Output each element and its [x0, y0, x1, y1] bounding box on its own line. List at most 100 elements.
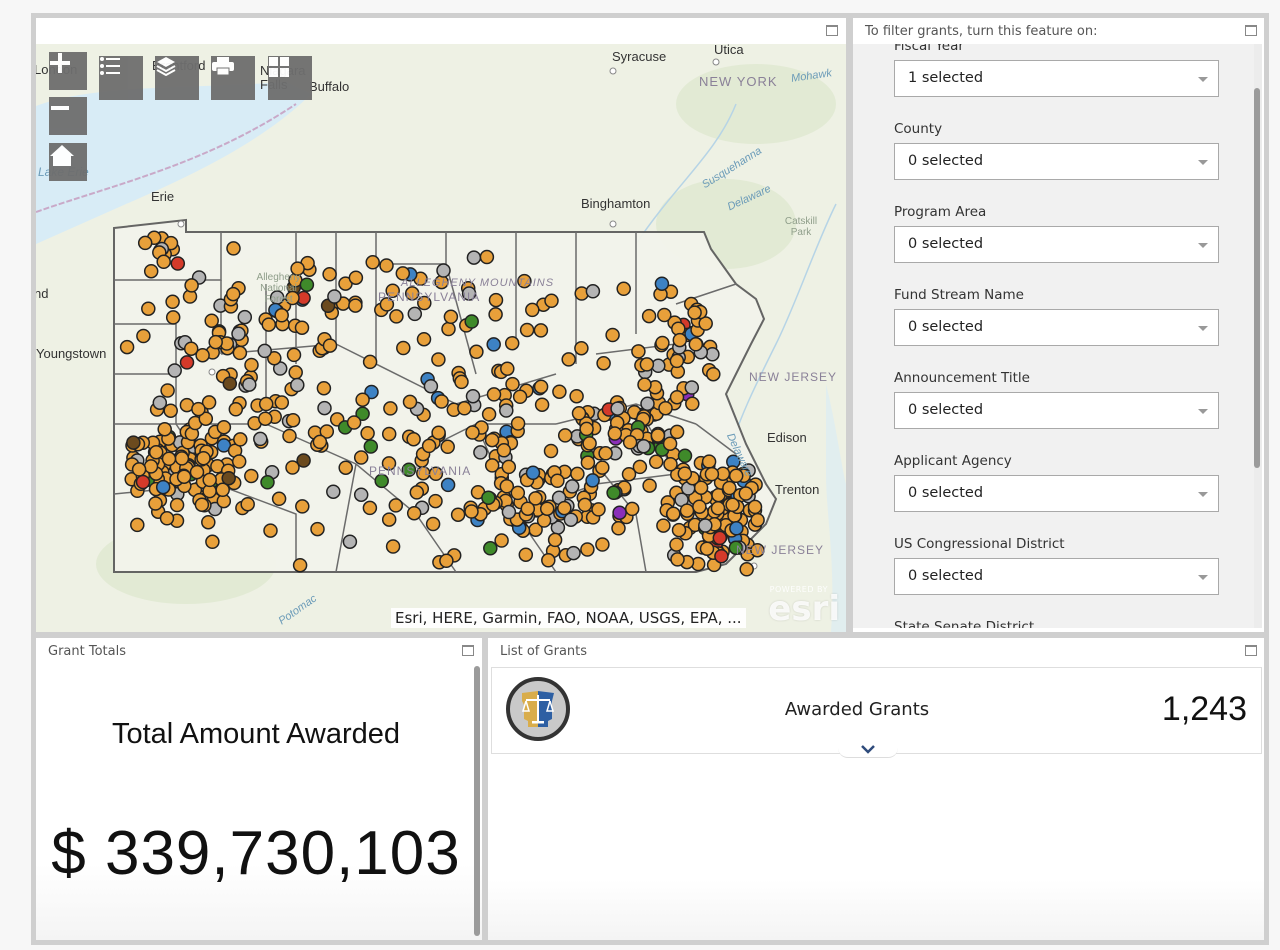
grant-marker — [464, 504, 479, 519]
grant-marker — [510, 416, 526, 431]
esri-logo[interactable]: esri — [768, 592, 840, 626]
applicant-agency-select[interactable]: 0 selected — [894, 475, 1219, 512]
grant-marker — [595, 460, 610, 475]
print-button[interactable] — [211, 56, 255, 100]
grant-marker — [242, 377, 257, 392]
zoom-in-button[interactable] — [49, 52, 87, 90]
home-button[interactable] — [49, 143, 87, 181]
grant-marker — [240, 496, 255, 512]
grant-marker — [383, 401, 398, 416]
grant-marker — [286, 347, 302, 363]
maximize-totals-button[interactable] — [462, 645, 474, 656]
grant-marker — [533, 323, 549, 338]
label-allegheny-mountains: ALLEGHENY MOUNTAINS — [401, 277, 555, 289]
grant-marker — [156, 254, 171, 270]
maximize-map-button[interactable] — [826, 25, 838, 36]
map-canvas[interactable] — [36, 44, 846, 632]
city-marker — [712, 58, 720, 66]
grant-marker — [440, 439, 455, 455]
expand-card-button[interactable] — [838, 740, 898, 758]
grant-marker — [167, 363, 182, 378]
grant-marker — [561, 352, 576, 367]
zoom-out-button[interactable] — [49, 97, 87, 135]
grant-marker — [263, 523, 278, 538]
grant-marker — [231, 326, 246, 342]
filter-program-area: Program Area 0 selected — [894, 204, 1234, 263]
grant-marker — [431, 425, 446, 440]
grant-marker — [294, 320, 310, 335]
county-select[interactable]: 0 selected — [894, 143, 1219, 180]
select-value: 0 selected — [908, 236, 984, 252]
congressional-district-select[interactable]: 0 selected — [894, 558, 1219, 595]
grant-marker — [194, 497, 210, 512]
filter-scrollbar-thumb[interactable] — [1254, 88, 1260, 468]
announcement-title-select[interactable]: 0 selected — [894, 392, 1219, 429]
map-attribution[interactable]: Esri, HERE, Garmin, FAO, NOAA, USGS, EPA… — [391, 608, 746, 628]
grant-marker — [130, 517, 145, 533]
fund-stream-select[interactable]: 0 selected — [894, 309, 1219, 346]
grant-marker — [465, 425, 480, 440]
map-view[interactable]: London Brantford Niagara Falls Buffalo S… — [36, 44, 846, 632]
grant-marker — [677, 448, 693, 464]
label-binghamton: Binghamton — [581, 196, 651, 211]
select-value: 0 selected — [908, 153, 984, 169]
legend-button[interactable] — [99, 56, 143, 100]
grant-marker — [547, 532, 563, 548]
list-of-grants-panel: List of Grants Awarded Grants 1,243 — [488, 638, 1264, 940]
grant-marker — [260, 475, 275, 490]
grant-marker — [670, 552, 685, 567]
grant-marker — [504, 335, 520, 351]
grant-marker — [624, 501, 640, 517]
grant-marker — [221, 470, 236, 486]
grant-marker — [684, 380, 700, 395]
grant-marker — [669, 537, 684, 552]
grant-marker — [257, 343, 272, 359]
filter-county: County 0 selected — [894, 121, 1234, 180]
grant-marker — [222, 376, 238, 391]
grant-marker — [738, 486, 754, 501]
layers-button[interactable] — [155, 56, 199, 100]
grant-marker — [353, 487, 369, 502]
grant-marker — [135, 474, 151, 490]
grant-marker — [688, 337, 704, 352]
grant-marker — [656, 518, 671, 533]
grant-marker — [119, 339, 135, 355]
grant-marker — [362, 354, 378, 370]
fiscal-year-select[interactable]: 1 selected — [894, 60, 1219, 97]
maximize-filter-button[interactable] — [1245, 25, 1257, 36]
totals-scrollbar[interactable] — [474, 666, 480, 936]
grant-marker — [501, 504, 517, 520]
grant-marker — [658, 400, 673, 416]
grant-marker — [637, 377, 652, 392]
grant-marker — [616, 281, 631, 297]
program-area-select[interactable]: 0 selected — [894, 226, 1219, 263]
grant-marker — [292, 557, 308, 573]
grant-marker — [570, 466, 585, 482]
grant-marker — [639, 357, 655, 372]
grant-marker — [591, 502, 606, 517]
basemap-gallery-button[interactable] — [268, 56, 312, 100]
grant-marker — [346, 415, 362, 430]
grant-marker — [385, 539, 401, 554]
grant-marker — [563, 512, 579, 527]
grant-marker — [184, 278, 199, 293]
grant-marker — [141, 301, 156, 316]
grant-marker — [191, 401, 206, 417]
grant-marker — [231, 454, 247, 469]
grant-marker — [543, 443, 559, 459]
layers-icon — [156, 57, 176, 76]
city-marker — [208, 368, 216, 376]
maximize-list-button[interactable] — [1245, 645, 1257, 656]
grant-marker — [725, 497, 740, 513]
grant-marker — [571, 406, 587, 421]
label-new-york: NEW YORK — [699, 74, 778, 89]
grant-marker — [244, 468, 259, 484]
grant-marker — [233, 432, 248, 447]
grant-marker — [669, 389, 685, 405]
grant-marker — [574, 340, 589, 356]
grant-marker — [585, 284, 601, 299]
grant-marker — [261, 317, 277, 332]
grant-marker — [316, 380, 332, 396]
grant-marker — [407, 306, 423, 322]
grant-marker — [699, 541, 715, 556]
